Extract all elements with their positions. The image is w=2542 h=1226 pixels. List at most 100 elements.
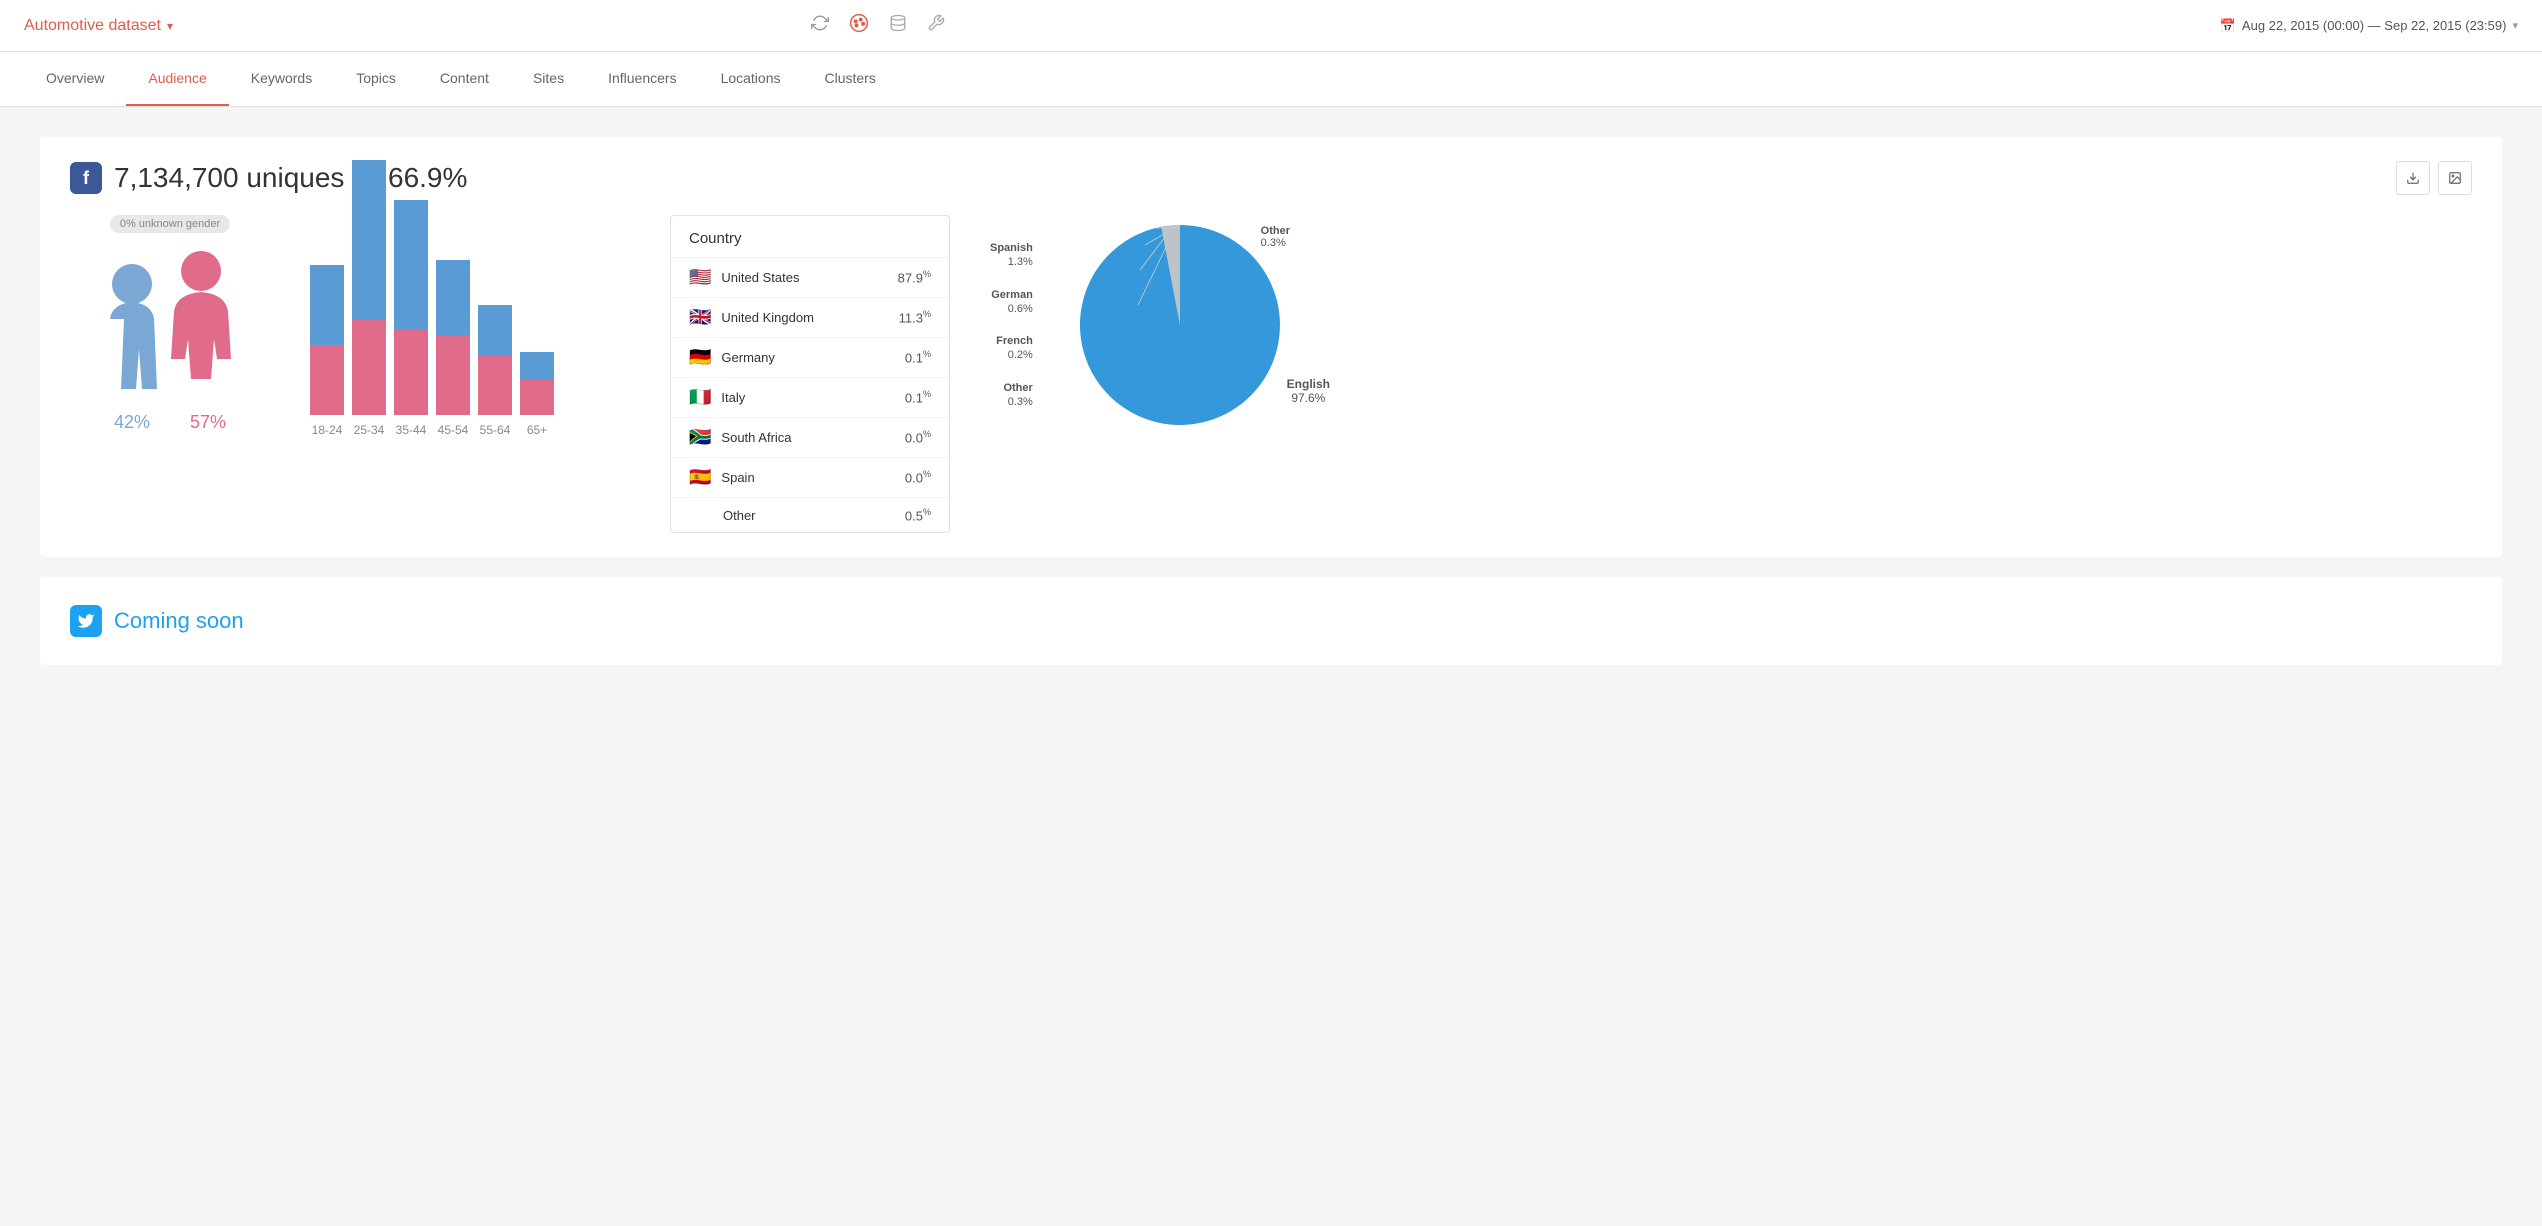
country-pct-es: 0.0% bbox=[905, 469, 931, 485]
flag-us: 🇺🇸 bbox=[689, 267, 711, 288]
pie-label-german: German 0.6% bbox=[990, 287, 1033, 316]
country-name-za: South Africa bbox=[721, 430, 894, 445]
country-name-uk: United Kingdom bbox=[721, 310, 888, 325]
nav-item-keywords[interactable]: Keywords bbox=[229, 52, 334, 106]
app-title-text: Automotive dataset bbox=[24, 17, 161, 35]
gender-figures bbox=[102, 249, 239, 404]
country-pct-us: 87.9% bbox=[898, 269, 931, 285]
female-figure bbox=[159, 249, 239, 404]
pie-label-spanish: Spanish 1.3% bbox=[990, 241, 1033, 270]
fb-section-header: f 7,134,700 uniques — 66.9% bbox=[70, 161, 2472, 195]
bars-container bbox=[310, 215, 630, 415]
bar-stack-25-34 bbox=[352, 160, 386, 415]
flag-it: 🇮🇹 bbox=[689, 387, 711, 408]
facebook-icon: f bbox=[70, 162, 102, 194]
twitter-section: Coming soon bbox=[40, 577, 2502, 665]
database-icon[interactable] bbox=[889, 14, 907, 37]
twitter-header: Coming soon bbox=[70, 605, 2472, 637]
bar-male-55-64 bbox=[478, 305, 512, 355]
language-pie-section: Spanish 1.3% German 0.6% French 0.2% Oth… bbox=[990, 215, 1330, 435]
bar-label-55-64: 55-64 bbox=[478, 423, 512, 437]
bar-label-25-34: 25-34 bbox=[352, 423, 386, 437]
fb-percentage: 66.9% bbox=[388, 162, 467, 193]
bar-male-65plus bbox=[520, 352, 554, 380]
calendar-icon: 📅 bbox=[2220, 18, 2236, 34]
country-name-it: Italy bbox=[721, 390, 894, 405]
country-row-de: 🇩🇪 Germany 0.1% bbox=[671, 338, 949, 378]
country-pct-uk: 11.3% bbox=[899, 309, 931, 325]
charts-row: 0% unknown gender 42% 57% bbox=[70, 215, 2472, 533]
nav-item-audience[interactable]: Audience bbox=[126, 52, 228, 106]
app-title-arrow: ▾ bbox=[167, 19, 173, 33]
language-pie-chart bbox=[1070, 215, 1290, 435]
nav-item-topics[interactable]: Topics bbox=[334, 52, 418, 106]
nav-item-clusters[interactable]: Clusters bbox=[803, 52, 898, 106]
country-table: Country 🇺🇸 United States 87.9% 🇬🇧 United… bbox=[670, 215, 950, 533]
facebook-section: f 7,134,700 uniques — 66.9% bbox=[40, 137, 2502, 557]
nav-item-influencers[interactable]: Influencers bbox=[586, 52, 698, 106]
fb-header-actions bbox=[2396, 161, 2472, 195]
bar-female-25-34 bbox=[352, 320, 386, 415]
bar-male-35-44 bbox=[394, 200, 428, 330]
flag-de: 🇩🇪 bbox=[689, 347, 711, 368]
bar-female-45-54 bbox=[436, 335, 470, 415]
main-nav: Overview Audience Keywords Topics Conten… bbox=[0, 52, 2542, 107]
nav-item-overview[interactable]: Overview bbox=[24, 52, 126, 106]
bar-male-18-24 bbox=[310, 265, 344, 345]
twitter-coming-soon: Coming soon bbox=[114, 608, 244, 634]
bar-stack-45-54 bbox=[436, 260, 470, 415]
country-pct-za: 0.0% bbox=[905, 429, 931, 445]
pie-label-other: Other 0.3% bbox=[990, 381, 1033, 410]
bar-female-65plus bbox=[520, 380, 554, 415]
bar-group-18-24 bbox=[310, 265, 344, 415]
bar-male-25-34 bbox=[352, 160, 386, 320]
fb-stats: 7,134,700 uniques — 66.9% bbox=[114, 162, 467, 194]
fb-uniques: 7,134,700 uniques bbox=[114, 162, 344, 193]
palette-icon[interactable] bbox=[849, 13, 869, 38]
refresh-icon[interactable] bbox=[811, 14, 829, 37]
bar-stack-35-44 bbox=[394, 200, 428, 415]
country-name-de: Germany bbox=[721, 350, 894, 365]
bar-group-65plus bbox=[520, 352, 554, 415]
country-row-it: 🇮🇹 Italy 0.1% bbox=[671, 378, 949, 418]
country-name-es: Spain bbox=[721, 470, 894, 485]
bar-labels: 18-24 25-34 35-44 45-54 55-64 65+ bbox=[310, 423, 630, 437]
date-range-text: Aug 22, 2015 (00:00) — Sep 22, 2015 (23:… bbox=[2242, 18, 2507, 33]
app-title[interactable]: Automotive dataset ▾ bbox=[24, 17, 173, 35]
bar-female-18-24 bbox=[310, 345, 344, 415]
nav-item-sites[interactable]: Sites bbox=[511, 52, 586, 106]
bar-stack-65plus bbox=[520, 352, 554, 415]
flag-uk: 🇬🇧 bbox=[689, 307, 711, 328]
nav-item-locations[interactable]: Locations bbox=[699, 52, 803, 106]
bar-group-35-44 bbox=[394, 200, 428, 415]
unknown-gender-badge: 0% unknown gender bbox=[110, 215, 230, 233]
female-percentage: 57% bbox=[190, 412, 226, 433]
country-row-es: 🇪🇸 Spain 0.0% bbox=[671, 458, 949, 498]
gender-chart: 0% unknown gender 42% 57% bbox=[70, 215, 270, 433]
bar-group-25-34 bbox=[352, 160, 386, 415]
bar-label-65plus: 65+ bbox=[520, 423, 554, 437]
download-button[interactable] bbox=[2396, 161, 2430, 195]
date-dropdown-arrow[interactable]: ▾ bbox=[2512, 19, 2518, 32]
male-percentage: 42% bbox=[114, 412, 150, 433]
bar-label-45-54: 45-54 bbox=[436, 423, 470, 437]
gender-labels: 42% 57% bbox=[114, 412, 226, 433]
date-range: 📅 Aug 22, 2015 (00:00) — Sep 22, 2015 (2… bbox=[2220, 18, 2518, 34]
nav-item-content[interactable]: Content bbox=[418, 52, 511, 106]
flag-za: 🇿🇦 bbox=[689, 427, 711, 448]
header-icons bbox=[811, 13, 945, 38]
country-row-uk: 🇬🇧 United Kingdom 11.3% bbox=[671, 298, 949, 338]
bar-group-45-54 bbox=[436, 260, 470, 415]
country-pct-de: 0.1% bbox=[905, 349, 931, 365]
country-pct-other: 0.5% bbox=[905, 507, 931, 523]
pie-label-english: English 97.6% bbox=[1287, 377, 1330, 405]
bar-female-55-64 bbox=[478, 355, 512, 415]
pie-label-french: French 0.2% bbox=[990, 334, 1033, 363]
wrench-icon[interactable] bbox=[927, 14, 945, 37]
bar-group-55-64 bbox=[478, 305, 512, 415]
image-button[interactable] bbox=[2438, 161, 2472, 195]
age-bar-chart: 18-24 25-34 35-44 45-54 55-64 65+ bbox=[310, 215, 630, 437]
main-content: f 7,134,700 uniques — 66.9% bbox=[0, 107, 2542, 695]
bar-label-35-44: 35-44 bbox=[394, 423, 428, 437]
bar-stack-18-24 bbox=[310, 265, 344, 415]
